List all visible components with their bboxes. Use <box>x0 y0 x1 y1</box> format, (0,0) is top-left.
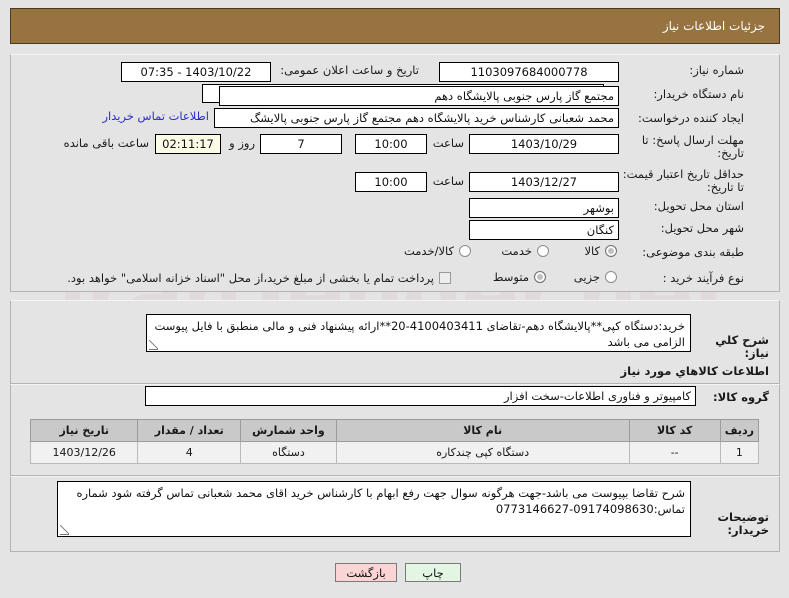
field-days-remaining: 7 <box>260 134 342 154</box>
page-title-text: جزئیات اطلاعات نیاز <box>662 19 765 33</box>
radio-icon-medium[interactable] <box>534 271 546 283</box>
col-quantity: تعداد / مقدار <box>137 419 242 442</box>
col-unit: واحد شمارش <box>240 419 337 442</box>
label-delivery-province: استان محل تحویل: <box>653 199 744 213</box>
field-answer-deadline-time: 10:00 <box>355 134 427 154</box>
radio-purchase-type-minor[interactable]: جزیی <box>574 270 617 284</box>
field-need-number: 1103097684000778 <box>439 62 619 82</box>
radio-icon-goods-service[interactable] <box>459 245 471 257</box>
field-buyer-org: مجتمع گاز پارس جنوبی پالایشگاه دهم <box>219 86 619 106</box>
label-day-and: روز و <box>229 136 255 150</box>
field-delivery-city: کنگان <box>469 220 619 240</box>
radio-label-goods: کالا <box>584 244 600 258</box>
radio-purchase-type-medium[interactable]: متوسط <box>493 270 546 284</box>
label-goods-group: گروه کالا: <box>713 390 769 404</box>
description-text: خرید:دستگاه کپی**پالایشگاه دهم-تقاضای 41… <box>154 319 685 349</box>
checkbox-treasury-documents[interactable]: پرداخت تمام یا بخشی از مبلغ خرید،از محل … <box>67 271 451 285</box>
label-hour-deadline: ساعت <box>432 136 464 150</box>
radio-subject-category-goods-service[interactable]: کالا/خدمت <box>404 244 471 258</box>
radio-icon-goods[interactable] <box>605 245 617 257</box>
field-answer-deadline-date: 1403/10/29 <box>469 134 619 154</box>
buyer-contact-link[interactable]: اطلاعات تماس خریدار <box>102 108 209 125</box>
label-need-number: شماره نیاز: <box>689 63 744 77</box>
radio-subject-category-service[interactable]: خدمت <box>501 244 549 258</box>
label-purchase-type: نوع فرآیند خرید : <box>662 271 744 285</box>
label-hours-remaining: ساعت باقی مانده <box>63 136 149 150</box>
back-button[interactable]: بازگشت <box>335 563 397 582</box>
table-row: 1 -- دستگاه کپی چندکاره دستگاه 4 1403/12… <box>29 441 760 464</box>
label-subject-category: طبقه بندی موضوعی: <box>642 245 744 259</box>
radio-label-service: خدمت <box>501 244 532 258</box>
cell-code: -- <box>628 441 721 464</box>
goods-table-header-row: ردیف کد کالا نام کالا واحد شمارش تعداد /… <box>29 419 760 442</box>
cell-quantity: 4 <box>137 441 242 464</box>
label-price-validity: حداقل تاریخ اعتبار قیمت: تا تاریخ: <box>622 167 744 194</box>
resize-grip-icon[interactable] <box>149 340 159 350</box>
field-price-validity-time: 10:00 <box>355 172 427 192</box>
field-delivery-province: بوشهر <box>469 198 619 218</box>
cell-index: 1 <box>719 441 760 464</box>
radio-icon-service[interactable] <box>537 245 549 257</box>
field-buyer-notes[interactable]: شرح تقاضا بپیوست می باشد-جهت هرگونه سوال… <box>57 481 691 537</box>
col-name: نام کالا <box>335 419 630 442</box>
goods-table: ردیف کد کالا نام کالا واحد شمارش تعداد /… <box>29 419 760 464</box>
cell-unit: دستگاه <box>240 441 337 464</box>
label-delivery-city: شهر محل تحویل: <box>660 221 744 235</box>
col-index: ردیف <box>719 419 760 442</box>
label-buyer-org: نام دستگاه خریدار: <box>653 87 744 101</box>
radio-icon-minor[interactable] <box>605 271 617 283</box>
col-code: کد کالا <box>628 419 721 442</box>
field-goods-group: کامپیوتر و فناوری اطلاعات-سخت افزار <box>145 386 696 406</box>
radio-subject-category-goods[interactable]: کالا <box>584 244 617 258</box>
label-hour-validity: ساعت <box>432 174 464 188</box>
col-need-date: تاریخ نیاز <box>29 419 139 442</box>
field-description[interactable]: خرید:دستگاه کپی**پالایشگاه دهم-تقاضای 41… <box>146 314 691 352</box>
page-title: جزئیات اطلاعات نیاز <box>10 8 780 44</box>
goods-section-title: اطلاعات کالاهاي مورد نیاز <box>620 364 769 378</box>
checkbox-label-treasury: پرداخت تمام یا بخشی از مبلغ خرید،از محل … <box>67 271 434 285</box>
label-public-announce-datetime: تاریخ و ساعت اعلان عمومی: <box>280 63 419 77</box>
label-description: شرح کلي نیاز: <box>715 333 769 360</box>
label-creator: ایجاد کننده درخواست: <box>638 111 744 125</box>
field-creator: محمد شعبانی کارشناس خرید پالایشگاه دهم م… <box>214 108 619 128</box>
radio-label-goods-service: کالا/خدمت <box>403 244 454 258</box>
label-answer-deadline: مهلت ارسال پاسخ: تا تاریخ: <box>641 133 744 160</box>
print-button[interactable]: چاپ <box>405 563 461 582</box>
label-buyer-notes: توضیحات خریدار: <box>717 510 770 537</box>
checkbox-icon-treasury[interactable] <box>439 272 451 284</box>
page-root: iranTender.net جزئیات اطلاعات نیاز شماره… <box>0 0 789 598</box>
field-time-remaining: 02:11:17 <box>155 134 221 154</box>
notes-resize-grip-icon[interactable] <box>60 525 70 535</box>
radio-label-medium: متوسط <box>492 270 529 284</box>
field-price-validity-date: 1403/12/27 <box>469 172 619 192</box>
radio-label-minor: جزیی <box>573 270 600 284</box>
cell-name: دستگاه کپی چندکاره <box>335 441 630 464</box>
cell-need-date: 1403/12/26 <box>29 441 139 464</box>
field-public-announce-datetime: 1403/10/22 - 07:35 <box>121 62 271 82</box>
buyer-notes-text: شرح تقاضا بپیوست می باشد-جهت هرگونه سوال… <box>76 486 685 516</box>
